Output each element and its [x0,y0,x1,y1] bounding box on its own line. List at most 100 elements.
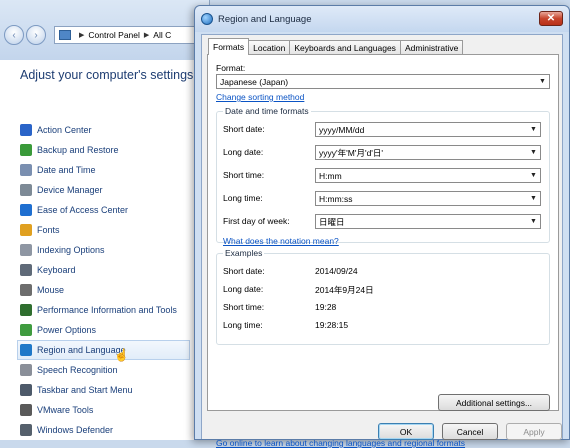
examples-group: Examples Short date: 2014/09/24 Long dat… [216,248,550,345]
control-panel-item-label: Speech Recognition [37,365,118,375]
globe-icon [20,344,32,356]
control-panel-item-label: Indexing Options [37,245,105,255]
format-dropdown[interactable]: Japanese (Japan) ▼ [216,74,550,89]
example-long-date-value: 2014年9月24日 [315,285,374,295]
control-panel-item-label: Fonts [37,225,60,235]
control-panel-item[interactable]: Fonts [20,220,190,240]
keyboard-icon [20,264,32,276]
date-time-formats-title: Date and time formats [223,106,311,116]
control-panel-item-label: Ease of Access Center [37,205,129,215]
indexing-icon [20,244,32,256]
short-time-label: Short time: [223,170,265,180]
breadcrumb-chevron-icon: ▶ [79,32,85,39]
control-panel-item[interactable]: Date and Time [20,160,190,180]
control-panel-item[interactable]: Indexing Options [20,240,190,260]
clock-icon [20,164,32,176]
control-panel-item[interactable]: Taskbar and Start Menu [20,380,190,400]
control-panel-item-label: Performance Information and Tools [37,305,177,315]
first-day-label: First day of week: [223,216,290,226]
tab-keyboards-and-languages[interactable]: Keyboards and Languages [289,40,401,55]
tab-strip: Formats Location Keyboards and Languages… [208,38,464,55]
ok-button[interactable]: OK [378,423,434,440]
date-time-formats-group: Date and time formats Short date: yyyy/M… [216,106,550,246]
additional-settings-button[interactable]: Additional settings... [438,394,550,411]
example-long-time-value: 19:28:15 [315,320,349,330]
mouse-icon [20,284,32,296]
example-short-time-label: Short time: [223,302,265,312]
short-time-dropdown[interactable]: H:mm ▼ [315,168,541,183]
example-short-time-value: 19:28 [315,302,337,312]
dropdown-arrow-icon: ▼ [530,195,537,202]
dialog-title: Region and Language [218,13,312,25]
first-day-value: 日曜日 [319,216,345,227]
control-panel-item-label: Device Manager [37,185,103,195]
short-time-value: H:mm [319,170,342,181]
close-button[interactable]: ✕ [539,11,563,26]
control-panel-item[interactable]: Windows Defender [20,420,190,440]
dialog-body: Formats Location Keyboards and Languages… [201,34,563,448]
address-bar[interactable]: ▶ Control Panel ▶ All C [54,26,208,44]
page-title: Adjust your computer's settings [20,68,194,82]
short-date-value: yyyy/MM/dd [319,124,365,135]
control-panel-window: ‹ › ▶ Control Panel ▶ All C Adjust your … [0,0,210,440]
control-panel-item[interactable]: Device Manager [20,180,190,200]
control-panel-item[interactable]: Ease of Access Center [20,200,190,220]
dropdown-arrow-icon: ▼ [530,218,537,225]
performance-icon [20,304,32,316]
format-label: Format: [216,63,246,73]
long-time-label: Long time: [223,193,263,203]
control-panel-item-label: Taskbar and Start Menu [37,385,133,395]
breadcrumb-control-panel[interactable]: Control Panel [88,30,140,40]
dropdown-arrow-icon: ▼ [530,149,537,156]
back-arrow-icon: ‹ [12,29,16,41]
first-day-dropdown[interactable]: 日曜日 ▼ [315,214,541,229]
example-long-date-label: Long date: [223,284,264,294]
control-panel-navbar: ‹ › ▶ Control Panel ▶ All C [4,24,208,46]
control-panel-item-label: Windows Defender [37,425,114,435]
control-panel-item-label: Action Center [37,125,92,135]
control-panel-item[interactable]: Backup and Restore [20,140,190,160]
region-language-dialog: Region and Language ✕ Formats Location K… [194,5,570,448]
control-panel-item-label: VMware Tools [37,405,94,415]
control-panel-item-label: Backup and Restore [37,145,119,155]
tab-formats[interactable]: Formats [208,38,250,55]
close-icon: ✕ [546,13,556,24]
forward-arrow-icon: › [34,29,38,41]
change-sorting-link[interactable]: Change sorting method [216,92,304,102]
notation-help-link[interactable]: What does the notation mean? [223,236,339,246]
breadcrumb-all-items[interactable]: All C [153,30,171,40]
taskbar-icon [20,384,32,396]
short-date-label: Short date: [223,124,265,134]
control-panel-item[interactable]: Power Options [20,320,190,340]
control-panel-item[interactable]: Region and Language ☝ [17,340,190,362]
power-icon [20,324,32,336]
control-panel-item[interactable]: Action Center [20,120,190,140]
control-panel-item-label: Mouse [37,285,65,295]
breadcrumb-chevron-icon: ▶ [143,32,150,39]
globe-icon [201,13,213,25]
formats-tab-page: Format: Japanese (Japan) ▼ Change sortin… [207,54,559,448]
apply-button[interactable]: Apply [506,423,562,440]
control-panel-item[interactable]: VMware Tools [20,400,190,420]
control-panel-item-label: Date and Time [37,165,96,175]
control-panel-item[interactable]: Keyboard [20,260,190,280]
example-long-time-label: Long time: [223,320,263,330]
long-time-dropdown[interactable]: H:mm:ss ▼ [315,191,541,206]
long-date-dropdown[interactable]: yyyy'年'M'月'd'日' ▼ [315,145,541,160]
example-short-date-label: Short date: [223,266,265,276]
example-short-date-value: 2014/09/24 [315,266,358,276]
vmware-icon [20,404,32,416]
control-panel-item[interactable]: Speech Recognition [20,360,190,380]
control-panel-item[interactable]: Performance Information and Tools [20,300,190,320]
cancel-button[interactable]: Cancel [442,423,498,440]
long-time-value: H:mm:ss [319,193,353,204]
control-panel-item-label: Power Options [37,325,97,335]
forward-button[interactable]: › [26,25,46,45]
tab-administrative[interactable]: Administrative [399,40,464,55]
tab-location[interactable]: Location [248,40,291,55]
dialog-titlebar[interactable]: Region and Language ✕ [195,6,569,32]
short-date-dropdown[interactable]: yyyy/MM/dd ▼ [315,122,541,137]
control-panel-item[interactable]: Mouse [20,280,190,300]
back-button[interactable]: ‹ [4,25,24,45]
long-date-value: yyyy'年'M'月'd'日' [319,147,384,158]
